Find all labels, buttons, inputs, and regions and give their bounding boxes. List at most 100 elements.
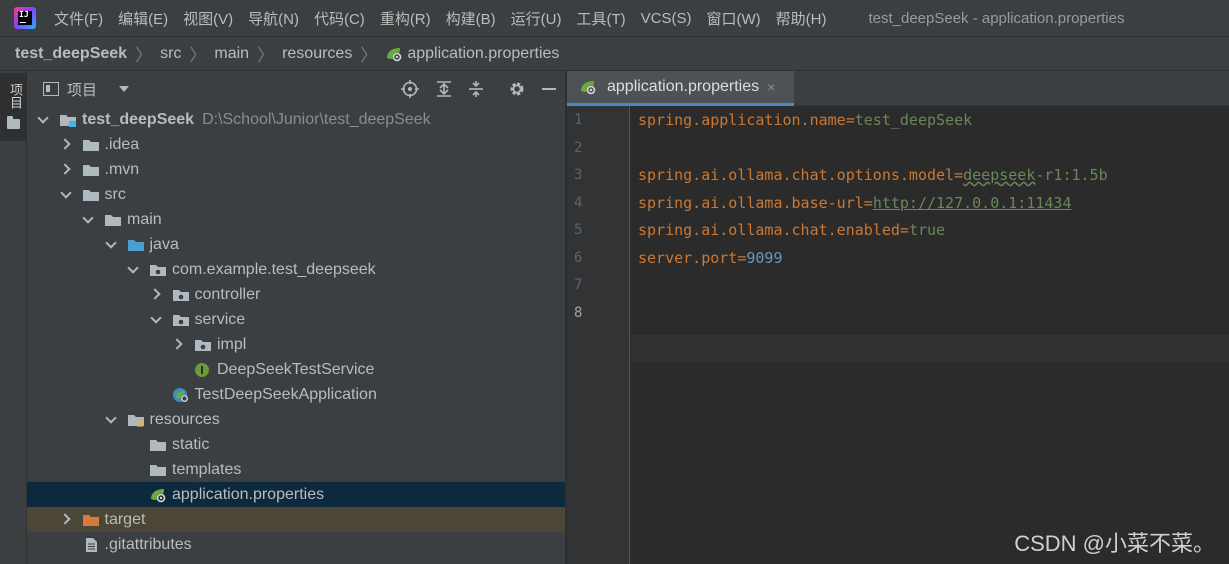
chevron-down-icon[interactable]: [127, 257, 139, 282]
tree-item-label: service: [194, 310, 246, 328]
tree-item-src[interactable]: src: [27, 182, 565, 207]
window-title: test_deepSeek - application.properties: [868, 9, 1125, 27]
text-file-icon: [82, 537, 100, 553]
collapse-all-icon[interactable]: [467, 80, 485, 98]
breadcrumb-file[interactable]: application.properties: [385, 45, 559, 63]
menu-build[interactable]: 构建(B): [446, 8, 496, 29]
menu-refactor[interactable]: 重构(R): [380, 8, 431, 29]
intellij-logo-icon: IJ: [14, 7, 36, 29]
line-number: 4: [574, 194, 583, 211]
hide-panel-icon[interactable]: [540, 80, 558, 98]
expand-all-icon[interactable]: [435, 80, 453, 98]
line-number: 6: [574, 249, 583, 266]
tree-item-label: TestDeepSeekApplication: [194, 385, 377, 403]
menu-file[interactable]: 文件(F): [54, 8, 103, 29]
tree-item-label: static: [172, 435, 210, 453]
locate-target-icon[interactable]: [401, 80, 419, 98]
tree-item-templates[interactable]: templates: [27, 457, 565, 482]
tree-item-java[interactable]: java: [27, 232, 565, 257]
tree-item-static[interactable]: static: [27, 432, 565, 457]
menu-navigate[interactable]: 导航(N): [248, 8, 299, 29]
tree-item-label: controller: [194, 285, 261, 303]
tree-item-label: main: [127, 210, 162, 228]
line-number-gutter: 1 2 3 4 5 6 7 8: [567, 106, 630, 564]
line-number: 7: [574, 277, 583, 293]
watermark: CSDN @小菜不菜。: [1014, 531, 1215, 556]
tab-label: application.properties: [607, 78, 760, 95]
gear-icon[interactable]: [508, 80, 526, 98]
property-key: spring.ai.ollama.base-url: [638, 193, 864, 212]
tree-item-gitattributes[interactable]: .gitattributes: [27, 532, 565, 557]
tree-item-target[interactable]: target: [27, 507, 565, 532]
tree-item-label: .idea: [104, 135, 140, 153]
tree-item-label: src: [104, 185, 126, 203]
tree-item-label: application.properties: [172, 485, 325, 503]
tree-item-com-example-test-deepseek[interactable]: com.example.test_deepseek: [27, 257, 565, 282]
tree-item-resources[interactable]: resources: [27, 407, 565, 432]
property-value-link: http://127.0.0.1:11434: [872, 193, 1072, 212]
folder-icon: [7, 116, 20, 129]
chevron-right-icon[interactable]: [60, 132, 72, 157]
breadcrumb-file-label: application.properties: [407, 44, 560, 62]
chevron-down-icon[interactable]: [105, 232, 117, 257]
tree-item-deepseektestservice[interactable]: DeepSeekTestService: [27, 357, 565, 382]
line-number: 8: [574, 304, 583, 321]
code-line: spring.ai.ollama.chat.enabled=true: [638, 221, 945, 239]
tree-item-mvn[interactable]: .mvn: [27, 157, 565, 182]
menu-code[interactable]: 代码(C): [314, 8, 365, 29]
menu-help[interactable]: 帮助(H): [776, 8, 827, 29]
property-equals: =: [899, 221, 909, 239]
tree-item-impl[interactable]: impl: [27, 332, 565, 357]
property-key: spring.ai.ollama.chat.options.model: [638, 166, 955, 184]
chevron-down-icon[interactable]: [119, 86, 130, 92]
project-panel-title[interactable]: 项目: [67, 79, 97, 100]
chevron-right-icon[interactable]: [60, 157, 72, 182]
menu-view[interactable]: 视图(V): [183, 8, 233, 29]
chevron-right-icon[interactable]: [172, 332, 184, 357]
editor: application.properties × 1 2 3 4 5 6 7 8 spring…: [567, 71, 1229, 564]
tree-item-application-properties[interactable]: application.properties: [27, 482, 565, 507]
package-icon: [172, 287, 190, 303]
chevron-down-icon[interactable]: [150, 307, 162, 332]
menu-run[interactable]: 运行(U): [511, 8, 562, 29]
code-area[interactable]: spring.application.name=test_deepSeek spr…: [631, 106, 1229, 564]
chevron-down-icon[interactable]: [37, 107, 49, 132]
breadcrumb-src[interactable]: src: [160, 45, 181, 63]
project-panel: 项目 test_deepSeek D:\School\Junior\test_de…: [27, 71, 566, 564]
module-folder-icon: [59, 112, 77, 128]
editor-tab-bar: application.properties ×: [567, 71, 1229, 106]
tree-item-service[interactable]: service: [27, 307, 565, 332]
project-tool-button[interactable]: 项目: [0, 73, 27, 141]
tree-item-main[interactable]: main: [27, 207, 565, 232]
tree-item-test-deepseek[interactable]: test_deepSeek D:\School\Junior\test_deepS…: [27, 107, 565, 132]
tree-item-testdeepseekapplication[interactable]: TestDeepSeekApplication: [27, 382, 565, 407]
code-line: server.port=9099: [638, 249, 783, 267]
chevron-right-icon[interactable]: [60, 507, 72, 532]
property-key: server.port: [638, 248, 738, 267]
breadcrumb-project[interactable]: test_deepSeek: [15, 45, 127, 63]
tab-application-properties[interactable]: application.properties ×: [567, 71, 794, 106]
tree-item-idea[interactable]: .idea: [27, 132, 565, 157]
chevron-down-icon[interactable]: [105, 407, 117, 432]
menu-edit[interactable]: 编辑(E): [118, 8, 168, 29]
chevron-right-icon[interactable]: [150, 282, 162, 307]
menu-window[interactable]: 窗口(W): [706, 8, 760, 29]
project-view-icon: [43, 82, 59, 96]
chevron-down-icon[interactable]: [82, 207, 94, 232]
line-number: 2: [574, 139, 583, 156]
close-icon[interactable]: ×: [767, 79, 775, 95]
breadcrumb-separator-icon: 〉: [257, 46, 275, 65]
spring-properties-icon: [149, 487, 167, 503]
code-line: spring.ai.ollama.base-url=http://127.0.0…: [638, 194, 1072, 212]
property-key: spring.application.name: [638, 111, 846, 129]
chevron-down-icon[interactable]: [60, 182, 72, 207]
menu-vcs[interactable]: VCS(S): [641, 10, 692, 27]
tree-item-label: target: [104, 510, 146, 528]
tree-item-controller[interactable]: controller: [27, 282, 565, 307]
project-panel-header: 项目: [27, 71, 565, 107]
menu-bar: IJ 文件(F) 编辑(E) 视图(V) 导航(N) 代码(C) 重构(R) 构…: [0, 0, 1229, 36]
breadcrumb-main[interactable]: main: [214, 45, 249, 63]
property-value: 9099: [746, 248, 783, 267]
menu-tools[interactable]: 工具(T): [576, 8, 625, 29]
breadcrumb-resources[interactable]: resources: [282, 45, 352, 63]
